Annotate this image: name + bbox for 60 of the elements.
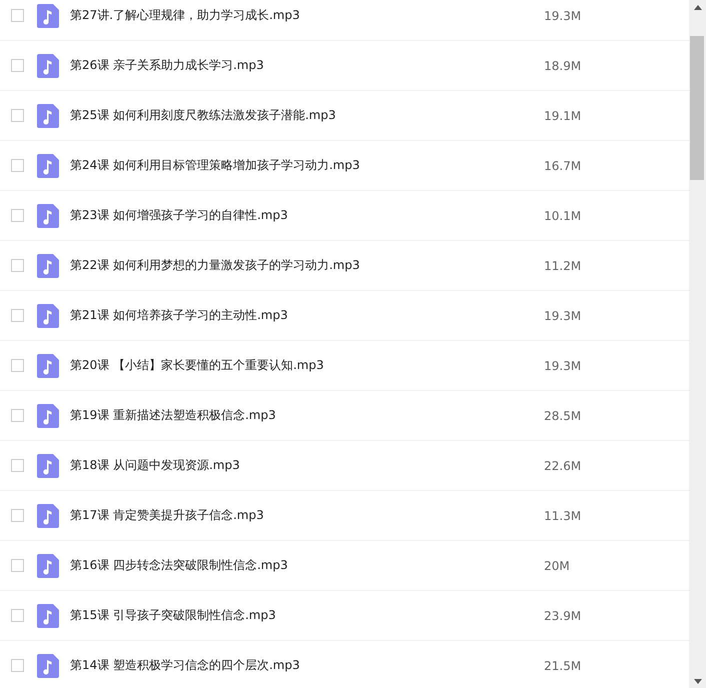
file-name[interactable]: 第15课 引导孩子突破限制性信念.mp3 xyxy=(70,607,540,624)
file-name[interactable]: 第23课 如何增强孩子学习的自律性.mp3 xyxy=(70,207,540,224)
file-name[interactable]: 第18课 从问题中发现资源.mp3 xyxy=(70,457,540,474)
file-size: 28.5M xyxy=(544,408,582,422)
checkbox[interactable] xyxy=(11,309,24,322)
music-file-icon xyxy=(37,204,59,228)
music-file-icon xyxy=(37,4,59,28)
checkbox[interactable] xyxy=(11,559,24,572)
music-file-icon xyxy=(37,654,59,678)
checkbox[interactable] xyxy=(11,359,24,372)
file-name[interactable]: 第20课 【小结】家长要懂的五个重要认知.mp3 xyxy=(70,357,540,374)
music-file-icon xyxy=(37,54,59,78)
music-file-icon xyxy=(37,404,59,428)
music-file-icon xyxy=(37,504,59,528)
file-name[interactable]: 第24课 如何利用目标管理策略增加孩子学习动力.mp3 xyxy=(70,157,540,174)
file-size: 22.6M xyxy=(544,458,582,472)
file-size: 19.3M xyxy=(544,358,582,372)
music-file-icon xyxy=(37,604,59,628)
file-size: 21.5M xyxy=(544,658,582,672)
file-size: 10.1M xyxy=(544,208,582,222)
checkbox[interactable] xyxy=(11,509,24,522)
file-size: 18.9M xyxy=(544,58,582,72)
file-name[interactable]: 第22课 如何利用梦想的力量激发孩子的学习动力.mp3 xyxy=(70,257,540,274)
checkbox[interactable] xyxy=(11,609,24,622)
file-size: 19.1M xyxy=(544,108,582,122)
file-size: 19.3M xyxy=(544,8,582,22)
file-name[interactable]: 第16课 四步转念法突破限制性信念.mp3 xyxy=(70,557,540,574)
checkbox[interactable] xyxy=(11,159,24,172)
scroll-down-icon[interactable] xyxy=(694,679,702,684)
checkbox[interactable] xyxy=(11,659,24,672)
music-file-icon xyxy=(37,154,59,178)
music-file-icon xyxy=(37,254,59,278)
file-name[interactable]: 第19课 重新描述法塑造积极信念.mp3 xyxy=(70,407,540,424)
scrollbar[interactable] xyxy=(689,0,706,688)
checkbox[interactable] xyxy=(11,109,24,122)
file-name[interactable]: 第25课 如何利用刻度尺教练法激发孩子潜能.mp3 xyxy=(70,107,540,124)
music-file-icon xyxy=(37,454,59,478)
file-name[interactable]: 第17课 肯定赞美提升孩子信念.mp3 xyxy=(70,507,540,524)
scroll-up-icon[interactable] xyxy=(694,5,702,10)
file-size: 16.7M xyxy=(544,158,582,172)
scrollbar-thumb[interactable] xyxy=(690,36,704,180)
music-file-icon xyxy=(37,354,59,378)
file-size: 23.9M xyxy=(544,608,582,622)
file-size: 20M xyxy=(544,558,570,572)
music-file-icon xyxy=(37,104,59,128)
file-name[interactable]: 第27讲.了解心理规律，助力学习成长.mp3 xyxy=(70,7,540,24)
file-size: 11.2M xyxy=(544,258,582,272)
music-file-icon xyxy=(37,304,59,328)
music-file-icon xyxy=(37,554,59,578)
checkbox[interactable] xyxy=(11,409,24,422)
checkbox[interactable] xyxy=(11,459,24,472)
file-name[interactable]: 第26课 亲子关系助力成长学习.mp3 xyxy=(70,57,540,74)
checkbox[interactable] xyxy=(11,59,24,72)
checkbox[interactable] xyxy=(11,9,24,22)
checkbox[interactable] xyxy=(11,209,24,222)
file-size: 11.3M xyxy=(544,508,582,522)
file-name[interactable]: 第21课 如何培养孩子学习的主动性.mp3 xyxy=(70,307,540,324)
file-name[interactable]: 第14课 塑造积极学习信念的四个层次.mp3 xyxy=(70,657,540,674)
file-size: 19.3M xyxy=(544,308,582,322)
checkbox[interactable] xyxy=(11,259,24,272)
